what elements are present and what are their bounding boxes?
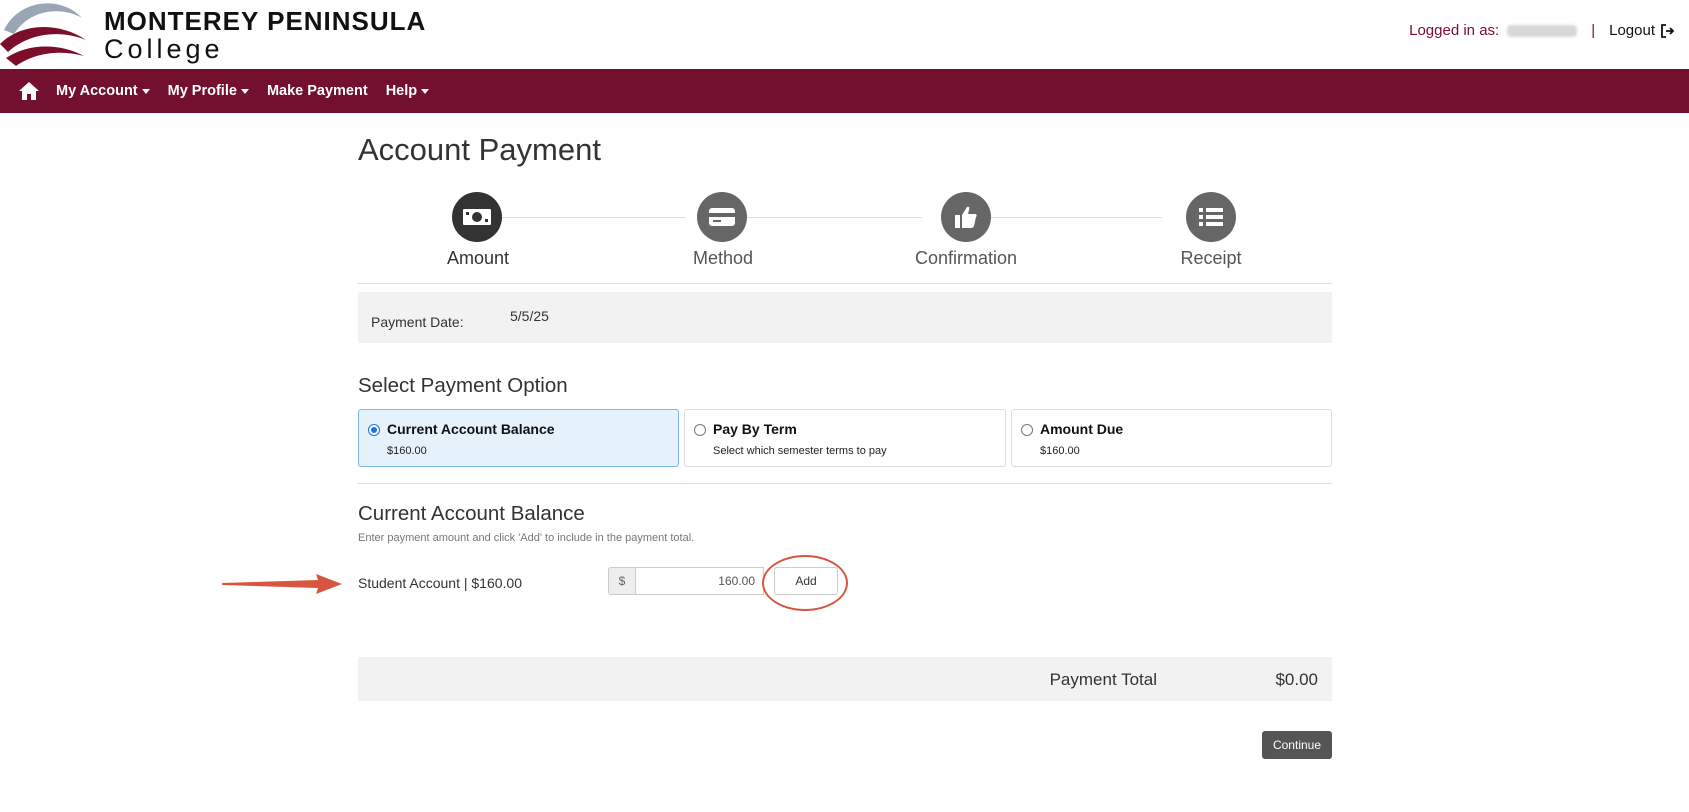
amount-input-group: $ — [608, 567, 764, 595]
college-logo-icon — [0, 3, 86, 66]
home-icon[interactable] — [18, 81, 40, 101]
nav-make-payment[interactable]: Make Payment — [267, 83, 368, 99]
radio-amount-due[interactable] — [1021, 424, 1033, 436]
continue-button[interactable]: Continue — [1262, 731, 1332, 759]
step-receipt-icon-circle — [1186, 192, 1236, 242]
step-receipt-label: Receipt — [1180, 248, 1242, 268]
payment-option-title: Select Payment Option — [358, 374, 568, 397]
logout-link[interactable]: Logout — [1609, 22, 1675, 39]
step-method-label: Method — [692, 248, 754, 268]
step-amount-icon-circle — [452, 192, 502, 242]
logout-icon — [1661, 23, 1675, 38]
payment-date-panel: Payment Date: 5/5/25 — [358, 292, 1332, 343]
option-title: Pay By Term — [713, 421, 797, 437]
payment-date-label: Payment Date: — [371, 314, 464, 330]
logo-subtitle: College — [104, 34, 224, 64]
step-connector — [984, 217, 1162, 218]
nav-my-profile-label: My Profile — [167, 83, 237, 99]
step-connector — [744, 217, 922, 218]
nav-help[interactable]: Help — [385, 83, 430, 99]
divider — [358, 483, 1332, 484]
credit-card-icon — [709, 208, 735, 226]
option-title: Current Account Balance — [387, 421, 555, 437]
nav-help-label: Help — [385, 83, 418, 99]
logged-in-label: Logged in as: — [1409, 22, 1500, 39]
page-title: Account Payment — [358, 132, 601, 167]
nav-my-account-label: My Account — [56, 83, 138, 99]
thumbs-up-icon — [955, 206, 977, 228]
step-connector — [496, 217, 686, 218]
payment-total-value: $0.00 — [1275, 670, 1318, 689]
nav-make-payment-label: Make Payment — [266, 83, 368, 99]
payment-total-label: Payment Total — [1049, 670, 1157, 689]
option-current-account-balance[interactable]: Current Account Balance $160.00 — [358, 409, 679, 467]
main-navbar: My Account My Profile Make Payment Help — [0, 69, 1689, 113]
radio-pay-by-term[interactable] — [694, 424, 706, 436]
step-confirmation-label: Confirmation — [914, 248, 1018, 268]
student-account-label: Student Account | $160.00 — [358, 575, 522, 591]
chevron-down-icon — [141, 88, 150, 94]
money-icon — [463, 209, 491, 225]
step-amount-label: Amount — [446, 248, 510, 268]
list-icon — [1199, 208, 1223, 226]
option-pay-by-term[interactable]: Pay By Term Select which semester terms … — [684, 409, 1006, 467]
add-button[interactable]: Add — [774, 567, 838, 595]
currency-addon: $ — [608, 567, 636, 595]
option-title: Amount Due — [1040, 421, 1124, 437]
step-method-icon-circle — [697, 192, 747, 242]
payment-options: Current Account Balance $160.00 Pay By T… — [358, 409, 1332, 467]
redacted-username — [1507, 24, 1578, 37]
payment-total-panel: Payment Total $0.00 — [358, 657, 1332, 701]
step-confirmation-icon-circle — [941, 192, 991, 242]
option-subtitle: Select which semester terms to pay — [713, 445, 887, 457]
logo-title: MONTEREY PENINSULA — [104, 6, 427, 36]
site-header: MONTEREY PENINSULA College Logged in as:… — [0, 0, 1689, 69]
nav-my-account[interactable]: My Account — [56, 83, 150, 99]
annotation-arrow-icon — [222, 574, 342, 594]
user-area: Logged in as: | Logout — [1409, 22, 1675, 39]
chevron-down-icon — [421, 88, 430, 94]
option-subtitle: $160.00 — [387, 445, 427, 457]
balance-hint: Enter payment amount and click 'Add' to … — [358, 532, 695, 544]
option-subtitle: $160.00 — [1040, 445, 1080, 457]
separator: | — [1591, 22, 1596, 39]
option-amount-due[interactable]: Amount Due $160.00 — [1011, 409, 1332, 467]
logout-label: Logout — [1609, 22, 1655, 39]
balance-section-title: Current Account Balance — [358, 502, 585, 525]
nav-my-profile[interactable]: My Profile — [168, 83, 249, 99]
payment-date-value: 5/5/25 — [510, 308, 549, 324]
chevron-down-icon — [240, 88, 249, 94]
radio-current-account-balance[interactable] — [368, 424, 380, 436]
progress-stepper: Amount Method Confirmation Receipt — [358, 190, 1332, 284]
payment-amount-input[interactable] — [636, 567, 764, 595]
